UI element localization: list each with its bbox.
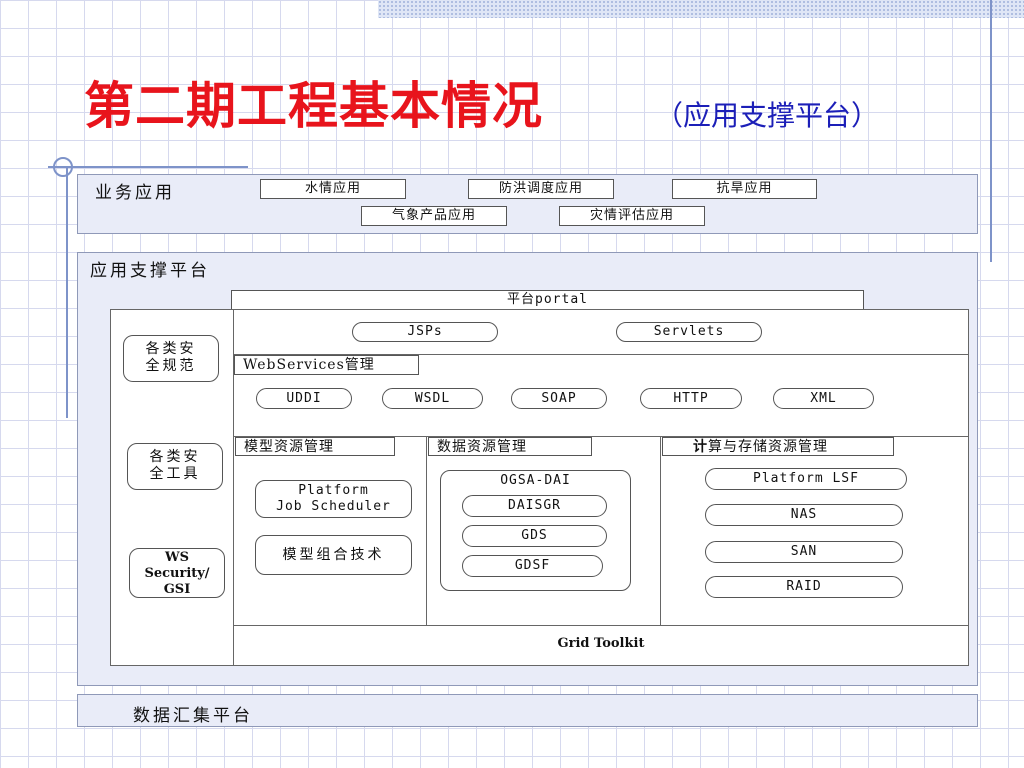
model-combination-box: 模型组合技术	[255, 535, 412, 575]
divider-data-compute	[660, 436, 661, 625]
data-mgmt-label: 数据资源管理	[428, 437, 592, 456]
raid-pill: RAID	[705, 576, 903, 598]
title-underline-decoration	[48, 166, 248, 168]
app-box-flood-control: 防洪调度应用	[468, 179, 614, 199]
grid-toolkit-label: Grid Toolkit	[557, 636, 645, 651]
divider-grid-toolkit	[233, 625, 969, 626]
http-pill: HTTP	[640, 388, 742, 409]
compute-mgmt-label-rest: 算与存储资源管理	[708, 439, 828, 455]
nas-pill: NAS	[705, 504, 903, 526]
slide-subtitle: （应用支撑平台）	[655, 99, 880, 132]
xml-pill: XML	[773, 388, 874, 409]
top-decorative-band	[378, 0, 1024, 18]
business-apps-label: 业务应用	[95, 183, 175, 203]
soap-pill: SOAP	[511, 388, 607, 409]
divider-model-data	[426, 436, 427, 625]
job-scheduler-box: Platform Job Scheduler	[255, 480, 412, 518]
ws-security-line1: WS	[165, 550, 189, 565]
daisgr-pill: DAISGR	[462, 495, 607, 517]
san-pill: SAN	[705, 541, 903, 563]
wsdl-pill: WSDL	[382, 388, 483, 409]
security-spec-box: 各类安 全规范	[123, 335, 219, 382]
servlets-pill: Servlets	[616, 322, 762, 342]
app-box-drought: 抗旱应用	[672, 179, 817, 199]
data-platform-label: 数据汇集平台	[133, 706, 253, 726]
decorative-circle-icon	[53, 157, 73, 177]
webservices-label: WebServices管理	[234, 355, 419, 375]
ws-security-line2: Security/	[144, 566, 210, 581]
ws-security-box: WS Security/ GSI	[129, 548, 225, 598]
gds-pill: GDS	[462, 525, 607, 547]
ogsa-dai-label: OGSA-DAI	[500, 473, 571, 488]
jsps-pill: JSPs	[352, 322, 498, 342]
uddi-pill: UDDI	[256, 388, 352, 409]
portal-bar: 平台portal	[231, 290, 864, 310]
ws-security-line3: GSI	[163, 582, 191, 597]
security-tools-line2: 全工具	[149, 466, 201, 482]
left-decorative-line	[66, 168, 68, 418]
app-box-meteorology: 气象产品应用	[361, 206, 507, 226]
job-scheduler-line2: Job Scheduler	[276, 499, 391, 514]
slide-title: 第二期工程基本情况	[84, 76, 543, 135]
model-mgmt-label: 模型资源管理	[235, 437, 395, 456]
right-decorative-line	[990, 0, 992, 262]
compute-mgmt-label-bold: 计	[693, 439, 708, 455]
security-tools-box: 各类安 全工具	[127, 443, 223, 490]
app-box-water: 水情应用	[260, 179, 406, 199]
security-spec-line1: 各类安	[145, 341, 197, 357]
support-platform-label: 应用支撑平台	[90, 261, 210, 281]
platform-lsf-pill: Platform LSF	[705, 468, 907, 490]
compute-mgmt-label: 计算与存储资源管理	[662, 437, 894, 456]
security-spec-line2: 全规范	[145, 358, 197, 374]
job-scheduler-line1: Platform	[298, 483, 369, 498]
gdsf-pill: GDSF	[462, 555, 603, 577]
app-box-disaster-assessment: 灾情评估应用	[559, 206, 705, 226]
security-tools-line1: 各类安	[149, 449, 201, 465]
